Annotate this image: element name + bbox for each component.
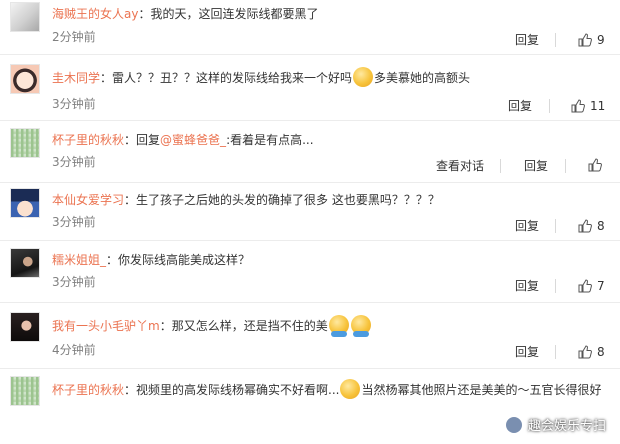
hug-emoji-icon xyxy=(328,315,349,337)
separator xyxy=(555,219,556,233)
thumbs-up-icon xyxy=(571,99,585,113)
timestamp: 3分钟前 xyxy=(52,215,96,229)
divider xyxy=(0,54,620,55)
view-dialog-button[interactable]: 查看对话 xyxy=(436,158,484,174)
divider xyxy=(0,240,620,241)
like-count: 7 xyxy=(597,279,605,293)
username-link[interactable]: 本仙女爱学习 xyxy=(52,193,124,207)
separator xyxy=(549,99,550,113)
avatar[interactable] xyxy=(10,2,40,32)
thumbs-up-icon xyxy=(578,219,592,233)
like-button[interactable]: 7 xyxy=(578,278,605,294)
like-button[interactable]: 9 xyxy=(578,32,605,48)
bow-emoji-icon xyxy=(340,379,361,399)
comment-body: 多美慕她的高额头 xyxy=(374,71,471,85)
avatar[interactable] xyxy=(10,188,40,218)
reply-button[interactable]: 回复 xyxy=(515,278,539,294)
comment-body: 雷人？？丑？？这样的发际线给我来一个好吗 xyxy=(112,71,353,85)
username-link[interactable]: 杯子里的秋秋 xyxy=(52,133,124,147)
comment-body: 回复 xyxy=(136,133,161,147)
avatar[interactable] xyxy=(10,312,40,342)
comment-text: 杯子里的秋秋：视频里的高发际线杨幂确实不好看啊... 当然杨幂其他照片还是美美的～… xyxy=(52,379,602,399)
reply-button[interactable]: 回复 xyxy=(508,98,532,114)
thumbs-up-icon xyxy=(588,158,602,172)
avatar[interactable] xyxy=(10,128,40,158)
like-button[interactable]: 11 xyxy=(571,98,605,114)
username-link[interactable]: 糯米姐姐_ xyxy=(52,253,106,267)
comment-body: 当然杨幂其他照片还是美美的～五官长得很好 xyxy=(361,383,602,397)
username-link[interactable]: 圭木同学 xyxy=(52,71,100,85)
thumbs-up-icon xyxy=(578,345,592,359)
divider xyxy=(0,120,620,121)
reply-button[interactable]: 回复 xyxy=(515,218,539,234)
like-count: 8 xyxy=(597,219,605,233)
username-link[interactable]: 海贼王的女人ay xyxy=(52,7,138,21)
timestamp: 3分钟前 xyxy=(52,155,96,169)
comment-text: 我有一头小毛驴丫m：那又怎么样，还是挡不住的美 xyxy=(52,315,372,337)
comment-text: 本仙女爱学习：生了孩子之后她的头发的确掉了很多 这也要黑吗？？？？ xyxy=(52,193,440,207)
mention-link[interactable]: @蜜蜂爸爸_ xyxy=(160,133,226,147)
username-link[interactable]: 杯子里的秋秋 xyxy=(52,383,124,397)
timestamp: 4分钟前 xyxy=(52,343,96,357)
divider xyxy=(0,302,620,303)
hug-emoji-icon xyxy=(350,315,371,337)
separator xyxy=(555,33,556,47)
reply-button[interactable]: 回复 xyxy=(515,32,539,48)
timestamp: 3分钟前 xyxy=(52,97,96,111)
comment-body: 你发际线高能美成这样？ xyxy=(118,253,251,267)
comment-text: 海贼王的女人ay：我的天，这回连发际线都要黑了 xyxy=(52,7,319,21)
comment-body: 我的天，这回连发际线都要黑了 xyxy=(150,7,319,21)
comment-body: 生了孩子之后她的头发的确掉了很多 这也要黑吗？？？？ xyxy=(136,193,440,207)
like-button[interactable]: 8 xyxy=(578,344,605,360)
like-count: 11 xyxy=(590,99,606,113)
comment-text: 杯子里的秋秋：回复@蜜蜂爸爸_:看着是有点高... xyxy=(52,133,314,147)
separator xyxy=(555,279,556,293)
watermark-text: 趣会娱乐专扫 xyxy=(527,419,606,434)
like-button[interactable] xyxy=(588,158,607,172)
wechat-logo-icon xyxy=(505,416,522,433)
separator xyxy=(555,345,556,359)
comment-body: :看着是有点高... xyxy=(226,133,314,147)
like-count: 9 xyxy=(597,33,605,47)
separator xyxy=(565,159,566,173)
comment-text: 糯米姐姐_：你发际线高能美成这样？ xyxy=(52,253,251,267)
comment-body: 那又怎么样，还是挡不住的美 xyxy=(171,319,328,333)
separator xyxy=(500,159,501,173)
like-button[interactable]: 8 xyxy=(578,218,605,234)
thumbs-up-icon xyxy=(578,33,592,47)
avatar[interactable] xyxy=(10,376,40,406)
reply-button[interactable]: 回复 xyxy=(524,158,548,174)
timestamp: 3分钟前 xyxy=(52,275,96,289)
thumbs-up-icon xyxy=(578,279,592,293)
timestamp: 2分钟前 xyxy=(52,30,96,44)
username-link[interactable]: 我有一头小毛驴丫m xyxy=(52,319,160,333)
comment-text: 圭木同学：雷人？？丑？？这样的发际线给我来一个好吗 多美慕她的高额头 xyxy=(52,67,470,87)
reply-button[interactable]: 回复 xyxy=(515,344,539,360)
divider xyxy=(0,182,620,183)
watermark: 趣会娱乐专扫 xyxy=(505,415,606,434)
grin-emoji-icon xyxy=(353,67,374,87)
comment-body: 视频里的高发际线杨幂确实不好看啊... xyxy=(136,383,340,397)
avatar[interactable] xyxy=(10,64,40,94)
like-count: 8 xyxy=(597,345,605,359)
divider xyxy=(0,368,620,369)
avatar[interactable] xyxy=(10,248,40,278)
